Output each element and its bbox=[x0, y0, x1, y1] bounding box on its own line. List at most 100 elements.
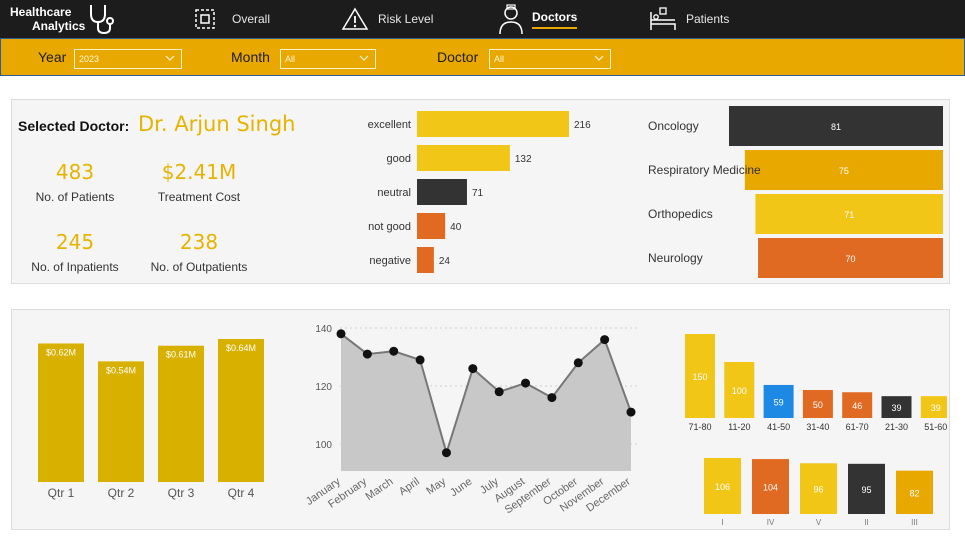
bar-value-label: $0.64M bbox=[226, 343, 256, 353]
bar-category-label: Orthopedics bbox=[648, 207, 713, 221]
x-tick-label: III bbox=[911, 518, 918, 527]
x-tick-label: I bbox=[721, 518, 723, 527]
kpi-outpatients: 238 No. of Outpatients bbox=[134, 230, 264, 274]
kpi-caption: No. of Inpatients bbox=[31, 260, 119, 274]
month-select[interactable]: All bbox=[280, 49, 376, 69]
bar-category-label: Respiratory Medicine bbox=[648, 163, 761, 177]
bar-value-label: 106 bbox=[715, 482, 730, 492]
data-point bbox=[600, 335, 610, 345]
bar-category-label: good bbox=[387, 153, 411, 165]
data-point bbox=[547, 393, 557, 403]
grid-icon bbox=[195, 9, 215, 29]
year-label: Year bbox=[38, 49, 67, 65]
data-point bbox=[521, 378, 531, 388]
brand-line1: Healthcare bbox=[10, 5, 72, 19]
bar-value-label: $0.61M bbox=[166, 350, 196, 360]
kpi-value: 483 bbox=[55, 160, 95, 184]
bar-value-label: 81 bbox=[831, 122, 841, 132]
bar-value-label: $0.62M bbox=[46, 347, 76, 357]
x-tick-label: V bbox=[816, 518, 822, 527]
x-tick-label: May bbox=[424, 475, 448, 497]
hospital-bed-icon bbox=[650, 7, 676, 30]
chevron-down-icon bbox=[594, 55, 604, 61]
bar bbox=[218, 339, 264, 482]
feedback-bar-chart: excellent 216 good 132 neutral 71 not good 40 ne… bbox=[368, 111, 591, 273]
x-tick-label: Qtr 1 bbox=[48, 486, 75, 500]
doctor-select[interactable]: All bbox=[489, 49, 611, 69]
kpi-value: 238 bbox=[179, 230, 219, 254]
bar-value-label: 95 bbox=[861, 485, 871, 495]
selected-doctor-name: Dr. Arjun Singh bbox=[138, 112, 296, 136]
bar-value-label: 59 bbox=[774, 397, 784, 407]
specialty-bar-chart: Oncology 81 Respiratory Medicine 75 Orthoped… bbox=[648, 106, 943, 278]
bar-value-label: 24 bbox=[439, 256, 451, 267]
doctor-summary-card: Selected Doctor: Dr. Arjun Singh 483 No.… bbox=[11, 99, 950, 284]
bar-value-label: 40 bbox=[450, 222, 462, 233]
kpi-inpatients: 245 No. of Inpatients bbox=[10, 230, 140, 274]
data-point bbox=[362, 349, 372, 359]
x-tick-label: April bbox=[397, 476, 422, 498]
x-tick-label: II bbox=[864, 518, 868, 527]
bar-category-label: excellent bbox=[368, 119, 411, 131]
bar-category-label: neutral bbox=[377, 187, 411, 199]
month-value: All bbox=[285, 54, 296, 64]
bar-value-label: 50 bbox=[813, 400, 823, 410]
x-tick-label: 41-50 bbox=[767, 422, 790, 432]
chevron-down-icon bbox=[165, 55, 175, 61]
brand-title: Healthcare Analytics bbox=[10, 5, 85, 33]
bar-category-label: not good bbox=[368, 221, 411, 233]
bar-value-label: 96 bbox=[813, 485, 823, 495]
x-tick-label: 11-20 bbox=[728, 422, 750, 432]
bar-value-label: 46 bbox=[852, 401, 862, 411]
bar-value-label: 82 bbox=[909, 488, 919, 498]
x-tick-label: 21-30 bbox=[885, 422, 908, 432]
x-tick-label: 51-60 bbox=[924, 422, 947, 432]
trends-card: $0.62M Qtr 1 $0.54M Qtr 2 $0.61M Qtr 3 $0.64M Q… bbox=[11, 309, 950, 530]
age-group-chart: 150 71-80 100 11-20 59 41-50 50 31-40 46 61-70 39 2… bbox=[685, 334, 947, 432]
x-tick-label: March bbox=[364, 476, 396, 503]
stage-chart: 106 I 104 IV 96 V 95 II 82 III bbox=[704, 458, 933, 527]
bar-value-label: 150 bbox=[692, 372, 707, 382]
brand-line2: Analytics bbox=[32, 19, 86, 33]
data-point bbox=[415, 355, 425, 365]
bar bbox=[417, 145, 510, 171]
top-nav-bar: Healthcare Analytics Overall Risk Level … bbox=[0, 0, 965, 38]
x-tick-label: June bbox=[448, 476, 474, 500]
data-point bbox=[468, 364, 478, 374]
y-tick-label: 100 bbox=[315, 440, 332, 451]
bar-value-label: 216 bbox=[574, 120, 591, 131]
x-tick-label: IV bbox=[767, 518, 775, 527]
x-tick-label: 31-40 bbox=[806, 422, 829, 432]
bar-category-label: Oncology bbox=[648, 119, 699, 133]
bar bbox=[417, 179, 467, 205]
bar-category-label: Neurology bbox=[648, 251, 703, 265]
bar bbox=[158, 345, 204, 482]
year-select[interactable]: 2023 bbox=[74, 49, 182, 69]
y-tick-label: 120 bbox=[315, 382, 332, 393]
tab-risk-level[interactable]: Risk Level bbox=[340, 0, 433, 38]
tab-overall-label: Overall bbox=[232, 12, 271, 26]
chevron-down-icon bbox=[359, 55, 369, 61]
tab-overall[interactable]: Overall bbox=[194, 0, 270, 38]
data-point bbox=[441, 448, 451, 458]
data-point bbox=[573, 358, 583, 368]
data-point bbox=[389, 346, 399, 356]
bar bbox=[417, 111, 569, 137]
data-point bbox=[494, 387, 504, 397]
tab-doctors[interactable]: Doctors bbox=[498, 0, 578, 38]
warning-icon bbox=[341, 7, 369, 30]
bar-value-label: 71 bbox=[844, 210, 854, 220]
bar-value-label: 104 bbox=[763, 483, 778, 493]
bar bbox=[417, 213, 446, 239]
tab-patients[interactable]: Patients bbox=[648, 0, 729, 38]
monthly-patients-chart: 100120140JanuaryFebruaryMarch April May Jun… bbox=[304, 324, 638, 516]
bar-value-label: 39 bbox=[931, 403, 941, 413]
bar bbox=[417, 247, 434, 273]
selected-doctor-label: Selected Doctor: bbox=[18, 118, 130, 134]
bar-value-label: 100 bbox=[732, 386, 747, 396]
x-tick-label: Qtr 4 bbox=[228, 486, 255, 500]
stethoscope-icon bbox=[90, 5, 114, 35]
kpi-value: $2.41M bbox=[161, 160, 237, 184]
doctor-label: Doctor bbox=[437, 49, 479, 65]
filter-bar: Year 2023 Month All Doctor All bbox=[0, 38, 965, 76]
